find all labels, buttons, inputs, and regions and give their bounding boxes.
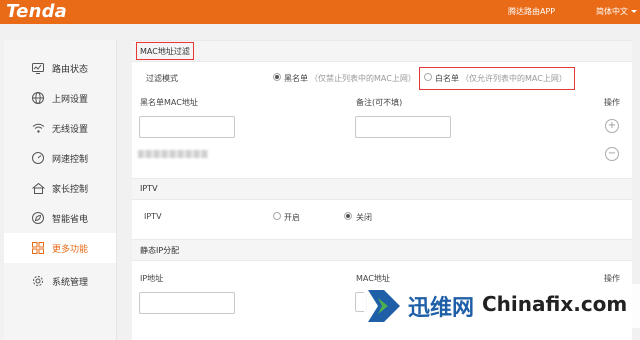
sidebar-item-label: 网速控制: [52, 154, 89, 165]
sidebar-item-more-functions[interactable]: 更多功能: [4, 233, 116, 263]
remark-input[interactable]: [355, 116, 451, 138]
sidebar-item-power-saving[interactable]: 智能省电: [4, 203, 116, 233]
iptv-label: IPTV: [144, 212, 162, 221]
remove-rule-button[interactable]: −: [605, 147, 619, 161]
mac-address-input[interactable]: [139, 116, 235, 138]
ip-address-input[interactable]: [139, 292, 235, 314]
whitelist-hint: （仅允许列表中的MAC上网）: [461, 74, 567, 83]
sidebar-item-label: 上网设置: [52, 94, 89, 105]
remark-column-header: 备注(可不填): [356, 98, 403, 107]
iptv-title: IPTV: [140, 184, 158, 193]
grid-icon: [30, 240, 46, 256]
sidebar: 路由状态 上网设置 无线设置 网速控制 家长控制 智能省电 更多功能 系统管理: [4, 40, 117, 340]
gauge-icon: [30, 150, 46, 166]
iptv-on-label[interactable]: 开启: [284, 212, 300, 223]
language-label: 简体中文: [596, 7, 628, 16]
iptv-header: IPTV: [132, 178, 632, 200]
iptv-off-label[interactable]: 关闭: [356, 212, 372, 223]
leaf-icon: [30, 210, 46, 226]
whitelist-radio[interactable]: [424, 73, 432, 81]
watermark-logo-icon: [368, 290, 400, 322]
sidebar-item-speed-control[interactable]: 网速控制: [4, 143, 116, 173]
house-icon: [30, 180, 46, 196]
sidebar-item-label: 路由状态: [52, 64, 89, 75]
ip-column-header: IP地址: [140, 274, 164, 283]
iptv-on-radio[interactable]: [273, 212, 281, 220]
static-ip-title: 静态IP分配: [140, 246, 180, 255]
sidebar-item-label: 无线设置: [52, 124, 89, 135]
action-column-header: 操作: [604, 98, 620, 107]
sidebar-item-label: 系统管理: [52, 277, 89, 288]
sidebar-item-label: 智能省电: [52, 214, 89, 225]
static-action-column-header: 操作: [604, 274, 620, 283]
static-mac-column-header: MAC地址: [356, 274, 390, 283]
mac-filter-title: MAC地址过滤: [140, 47, 190, 56]
sidebar-item-wireless[interactable]: 无线设置: [4, 113, 116, 143]
language-selector[interactable]: 简体中文: [596, 6, 637, 17]
blurred-mac-entry: [138, 150, 208, 158]
sidebar-item-router-status[interactable]: 路由状态: [4, 53, 116, 83]
top-bar: Tenda 腾达路由APP 简体中文: [0, 0, 640, 24]
filter-mode-label: 过滤模式: [146, 74, 178, 83]
globe-icon: [30, 90, 46, 106]
tenda-logo[interactable]: Tenda: [6, 1, 67, 22]
gear-icon: [30, 273, 46, 289]
add-rule-button[interactable]: +: [605, 119, 619, 133]
watermark: 迅维网 Chinafix.com: [364, 284, 640, 328]
blacklist-radio[interactable]: [273, 73, 281, 81]
mac-filter-header: MAC地址过滤: [132, 40, 632, 62]
blacklist-label[interactable]: 黑名单: [284, 73, 308, 84]
sidebar-item-parental-control[interactable]: 家长控制: [4, 173, 116, 203]
static-ip-header: 静态IP分配: [132, 239, 632, 261]
watermark-cn-text: 迅维网: [408, 296, 475, 321]
app-link[interactable]: 腾达路由APP: [508, 6, 555, 17]
sidebar-item-label: 家长控制: [52, 184, 89, 195]
whitelist-label[interactable]: 白名单: [435, 73, 459, 84]
sidebar-item-system-management[interactable]: 系统管理: [4, 266, 116, 296]
sidebar-item-internet[interactable]: 上网设置: [4, 83, 116, 113]
mac-column-header: 黑名单MAC地址: [140, 98, 198, 107]
wifi-icon: [30, 120, 46, 136]
chevron-down-icon: [631, 10, 637, 13]
monitor-icon: [30, 60, 46, 76]
iptv-off-radio[interactable]: [344, 212, 352, 220]
watermark-en-text: Chinafix.com: [482, 292, 628, 316]
blacklist-hint: （仅禁止列表中的MAC上网）: [310, 74, 416, 83]
sidebar-item-label: 更多功能: [52, 244, 89, 255]
